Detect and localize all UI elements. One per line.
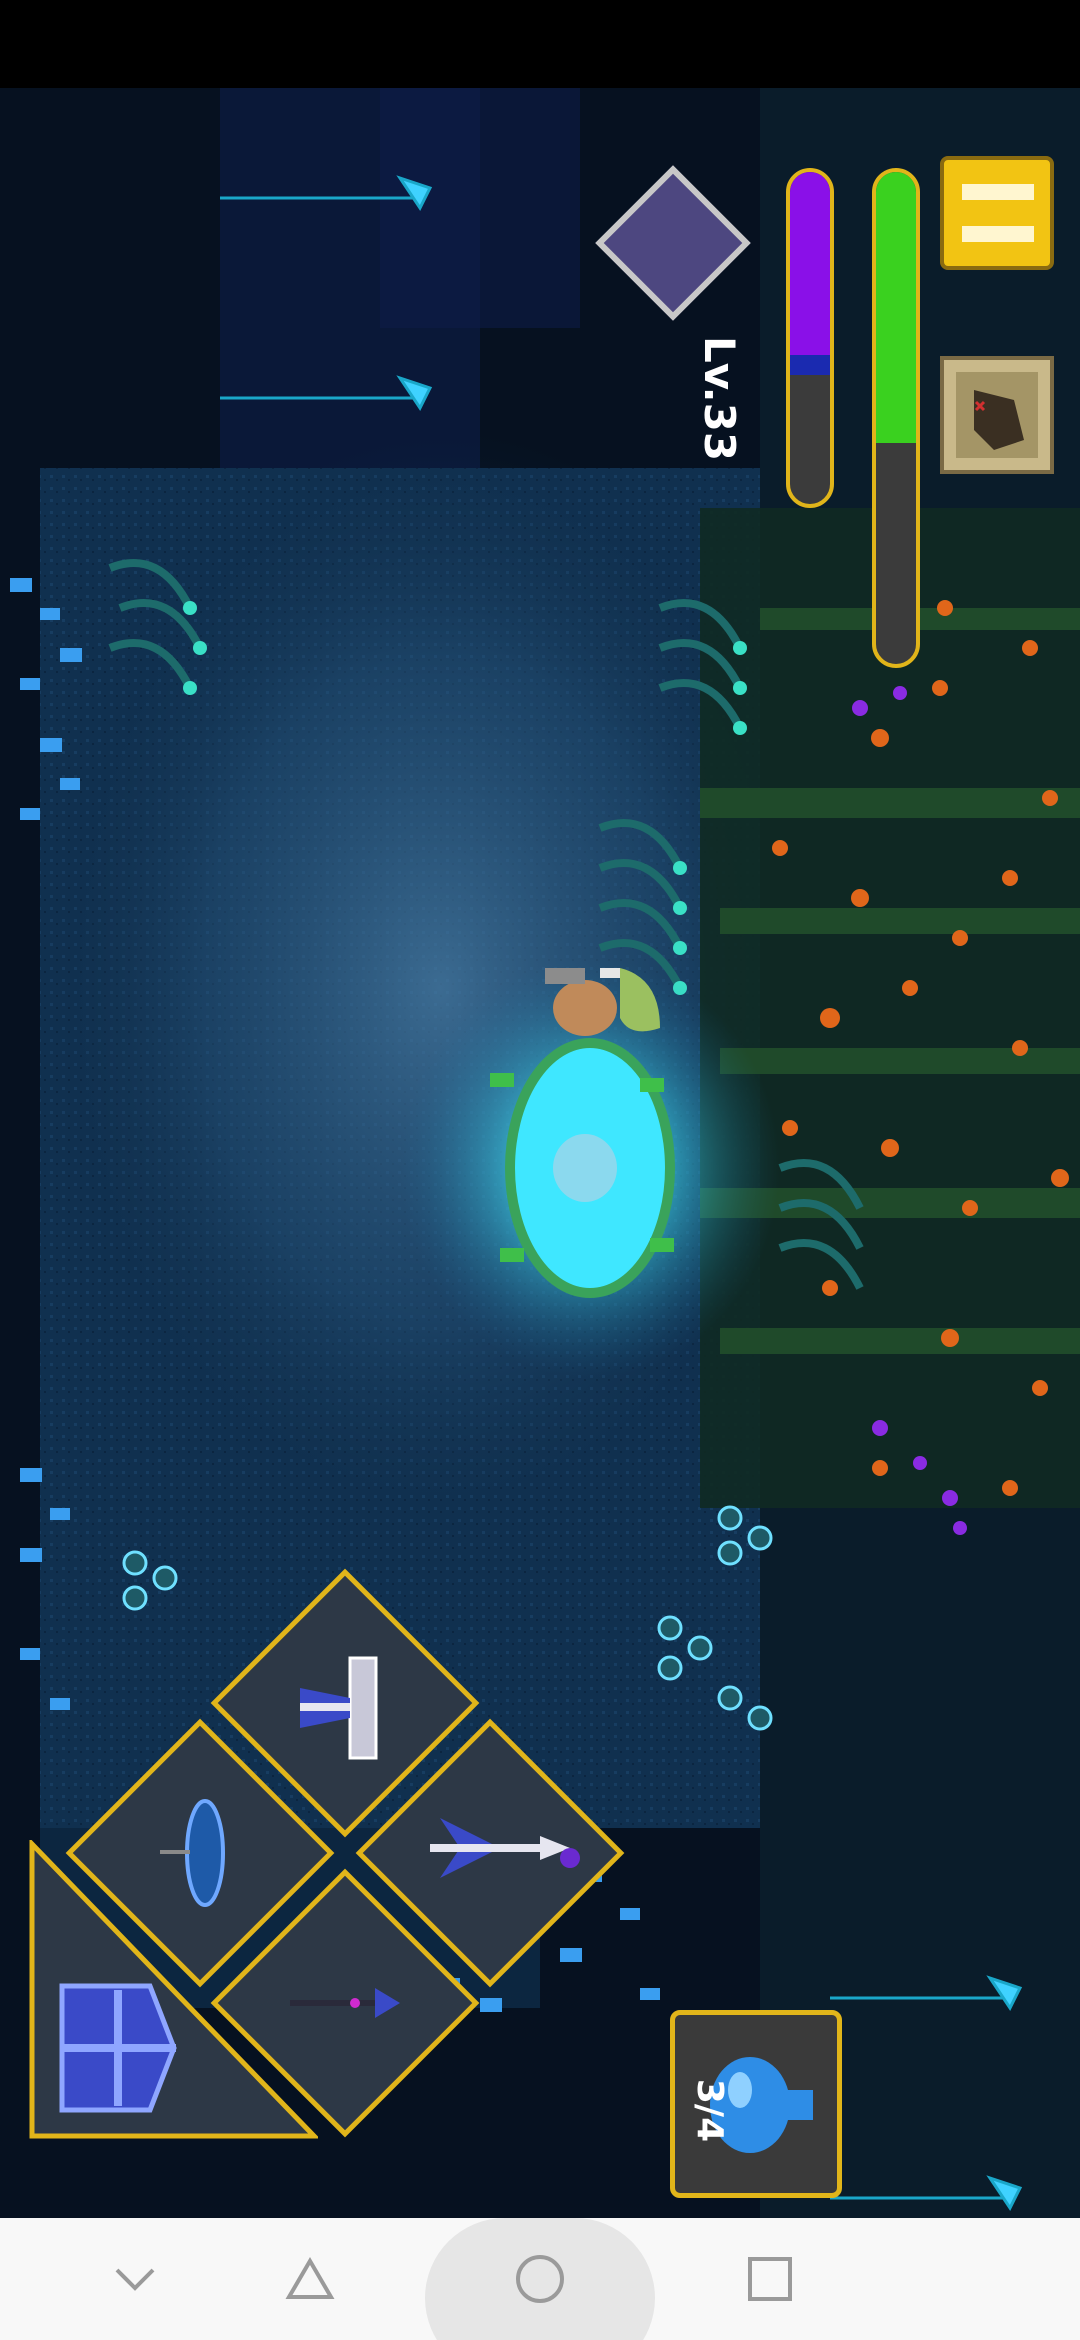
game-world[interactable]: Lv.33 3/4 bbox=[0, 88, 1080, 2218]
level-label: Lv.33 bbox=[695, 335, 745, 461]
health-bar bbox=[872, 168, 920, 668]
nav-home-button[interactable] bbox=[425, 2218, 655, 2340]
spear-skill-icon bbox=[430, 1818, 580, 1878]
navigation-bar bbox=[0, 2218, 1080, 2340]
mana-bar-fill bbox=[790, 172, 830, 355]
pause-button[interactable] bbox=[940, 156, 1054, 270]
recents-square-icon bbox=[748, 2257, 792, 2301]
pause-bar-icon bbox=[962, 184, 1034, 200]
potion-button[interactable]: 3/4 bbox=[670, 2010, 842, 2198]
chevron-down-icon bbox=[115, 2268, 155, 2291]
potion-count-label: 3/4 bbox=[689, 2078, 731, 2142]
game-screen: Lv.33 3/4 bbox=[0, 0, 1080, 2340]
pause-bar-icon bbox=[962, 226, 1034, 242]
shield-block-button[interactable] bbox=[28, 1840, 318, 2140]
nav-hide-button[interactable] bbox=[90, 2218, 180, 2340]
home-circle-icon bbox=[516, 2255, 564, 2303]
hammer-skill-icon bbox=[300, 1656, 378, 1760]
nav-back-button[interactable] bbox=[265, 2218, 355, 2340]
map-scroll-icon bbox=[956, 372, 1038, 458]
health-bar-fill bbox=[876, 172, 916, 443]
shield-icon bbox=[59, 1983, 177, 2113]
mana-bar-tip bbox=[790, 354, 830, 375]
mana-bar bbox=[786, 168, 834, 508]
back-triangle-icon bbox=[285, 2257, 335, 2299]
status-bar bbox=[0, 0, 1080, 88]
nav-recents-button[interactable] bbox=[725, 2218, 815, 2340]
map-button[interactable] bbox=[940, 356, 1054, 474]
